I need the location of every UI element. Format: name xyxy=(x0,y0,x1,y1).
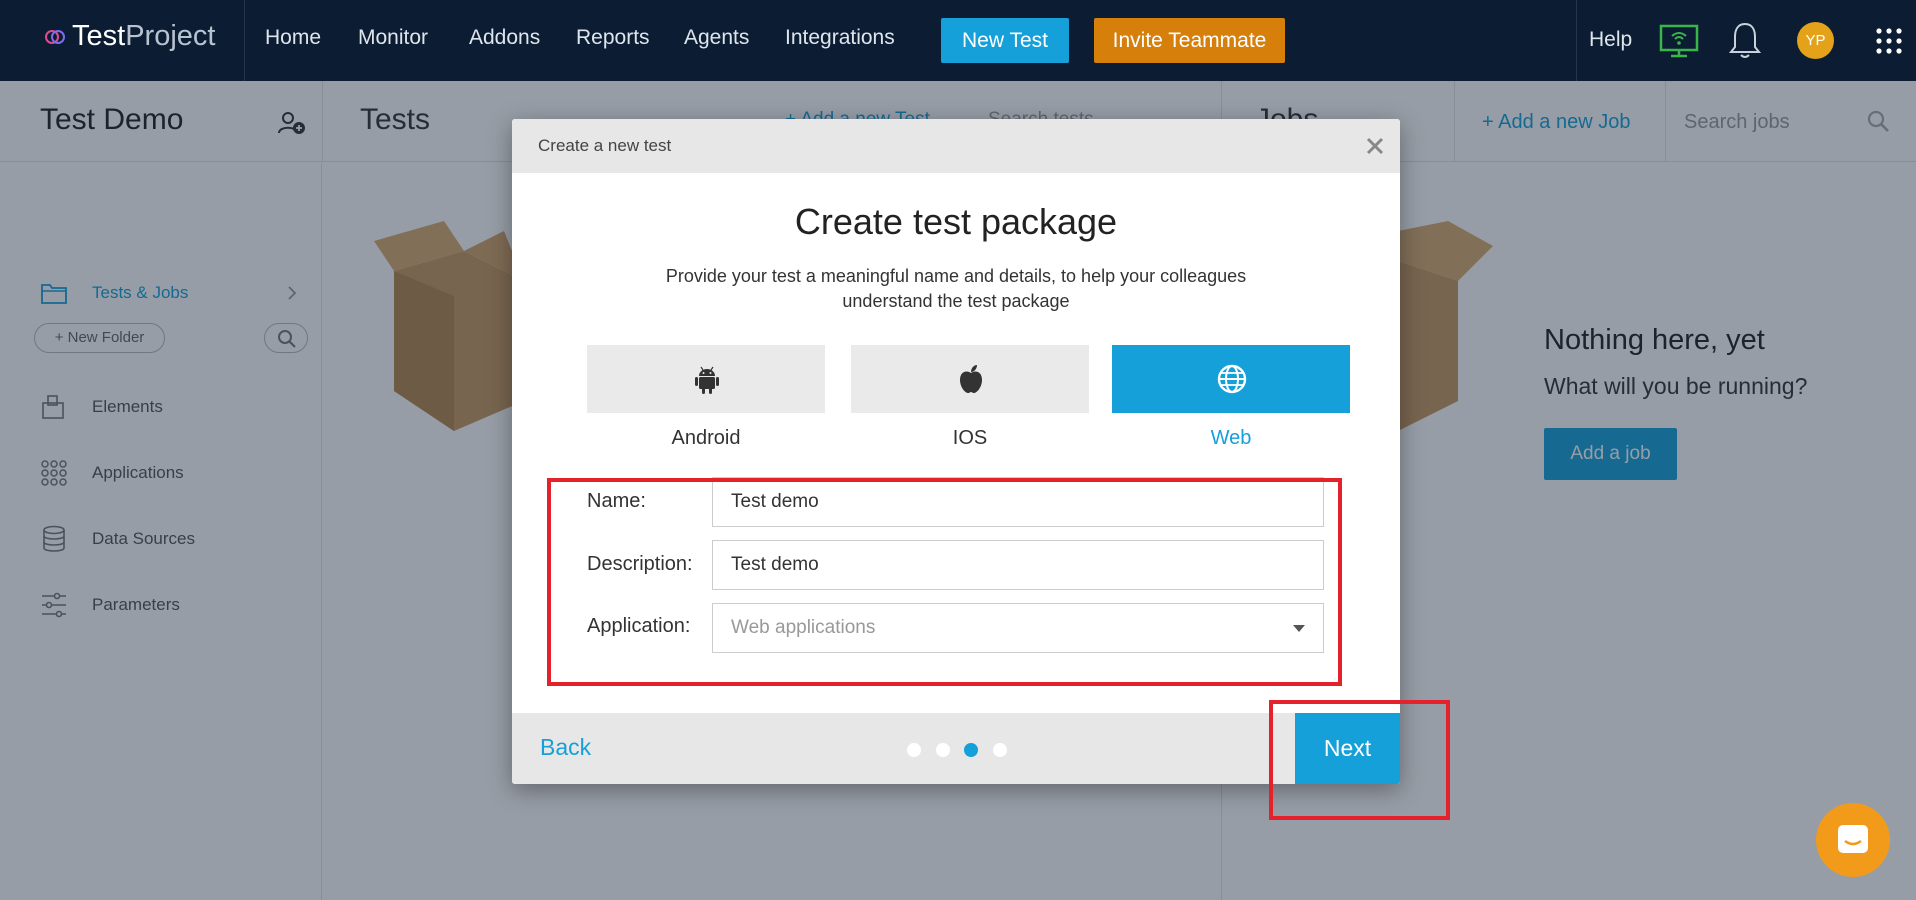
create-test-modal: Create a new test Create test package Pr… xyxy=(512,119,1400,784)
user-avatar[interactable]: YP xyxy=(1797,22,1834,59)
android-icon xyxy=(695,366,719,394)
chat-launcher-button[interactable] xyxy=(1816,803,1890,877)
nav-home[interactable]: Home xyxy=(265,26,321,50)
application-select-value: Web applications xyxy=(731,617,876,638)
logo-text-project: Project xyxy=(125,20,216,52)
app-grid-icon[interactable] xyxy=(1876,28,1902,54)
application-label: Application: xyxy=(587,615,691,637)
platform-ios-label: IOS xyxy=(952,427,988,449)
modal-subtitle: Provide your test a meaningful name and … xyxy=(665,266,1247,311)
description-field[interactable]: Test demo xyxy=(712,540,1324,590)
application-select[interactable]: Web applications xyxy=(712,603,1324,653)
nav-monitor[interactable]: Monitor xyxy=(358,26,428,50)
platform-ios-button[interactable] xyxy=(851,345,1089,413)
step-dot xyxy=(936,743,950,757)
modal-header: Create a new test xyxy=(512,119,1400,173)
nav-reports[interactable]: Reports xyxy=(576,26,650,50)
step-dot xyxy=(993,743,1007,757)
back-button[interactable]: Back xyxy=(540,734,591,761)
testproject-logo[interactable]: Test Project xyxy=(44,20,215,53)
step-dot xyxy=(907,743,921,757)
invite-teammate-button[interactable]: Invite Teammate xyxy=(1094,18,1285,63)
globe-icon xyxy=(1217,364,1247,394)
platform-web-label: Web xyxy=(1210,427,1252,449)
apple-icon xyxy=(960,365,982,393)
logo-text-test: Test xyxy=(72,20,126,52)
nav-integrations[interactable]: Integrations xyxy=(785,26,895,50)
platform-android-label: Android xyxy=(671,427,741,449)
help-link[interactable]: Help xyxy=(1589,28,1632,52)
name-label: Name: xyxy=(587,490,646,512)
chat-icon xyxy=(1838,825,1868,853)
new-test-button[interactable]: New Test xyxy=(941,18,1069,63)
close-icon[interactable] xyxy=(1364,135,1386,157)
logo-icon xyxy=(45,29,65,44)
modal-footer: Back Next xyxy=(512,713,1400,784)
agent-monitor-icon[interactable] xyxy=(1659,24,1699,58)
chevron-down-icon xyxy=(1293,625,1305,632)
modal-header-title: Create a new test xyxy=(538,136,672,155)
nav-divider xyxy=(1576,0,1577,81)
platform-android-button[interactable] xyxy=(587,345,825,413)
name-field[interactable]: Test demo xyxy=(712,477,1324,527)
platform-web-button[interactable] xyxy=(1112,345,1350,413)
top-navbar: Test Project Home Monitor Addons Reports … xyxy=(0,0,1916,81)
nav-addons[interactable]: Addons xyxy=(469,26,540,50)
nav-agents[interactable]: Agents xyxy=(684,26,749,50)
step-dot-active xyxy=(964,743,978,757)
notifications-bell-icon[interactable] xyxy=(1728,20,1762,60)
modal-title: Create test package xyxy=(794,201,1118,242)
description-label: Description: xyxy=(587,553,693,575)
nav-divider xyxy=(244,0,245,81)
next-button[interactable]: Next xyxy=(1295,713,1400,784)
